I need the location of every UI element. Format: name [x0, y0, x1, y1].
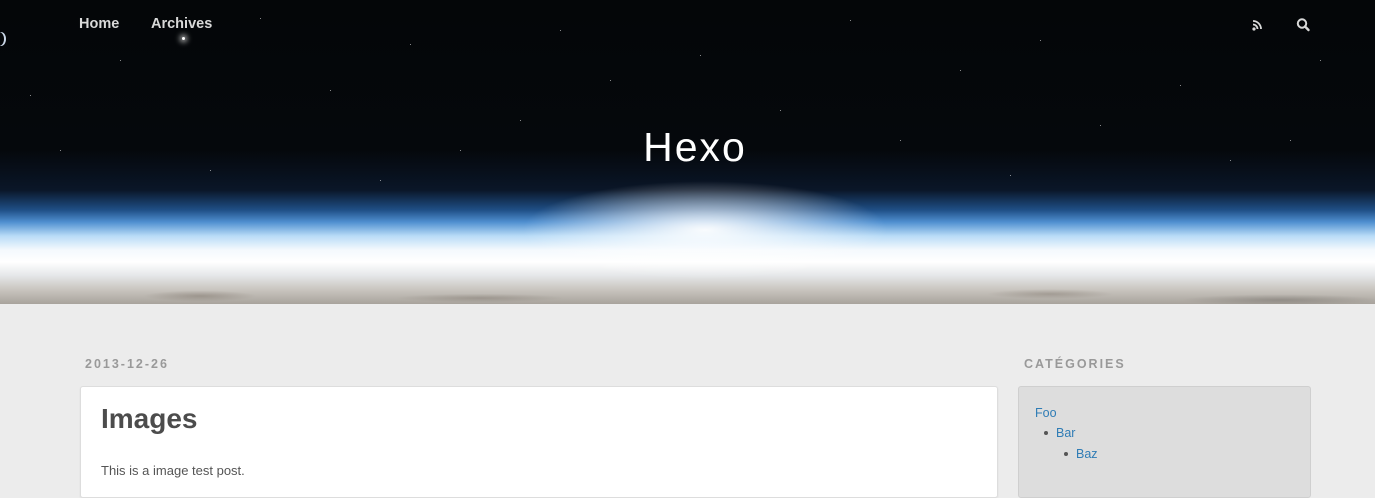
main-nav: Home Archives — [0, 14, 1375, 36]
categories-widget-title: CATÉGORIES — [1024, 357, 1126, 371]
article-excerpt: This is a image test post. — [101, 463, 245, 478]
article-date[interactable]: 2013-12-26 — [85, 357, 169, 371]
site-header-banner: Home Archives Hexo — [0, 0, 1375, 304]
article-card: Images This is a image test post. — [80, 386, 998, 498]
search-icon[interactable] — [1292, 14, 1314, 36]
list-bullet — [1064, 452, 1068, 456]
list-bullet — [1044, 431, 1048, 435]
nav-archives-link[interactable]: Archives — [151, 16, 212, 32]
nav-home-link[interactable]: Home — [79, 16, 119, 32]
site-title[interactable]: Hexo — [0, 124, 1375, 171]
category-link-baz[interactable]: Baz — [1076, 447, 1098, 461]
category-link-foo[interactable]: Foo — [1035, 406, 1057, 420]
categories-widget: Foo Bar Baz — [1018, 386, 1311, 498]
category-link-bar[interactable]: Bar — [1056, 426, 1075, 440]
main-content: 2013-12-26 Images This is a image test p… — [0, 304, 1375, 498]
rss-icon[interactable] — [1247, 14, 1269, 36]
earth-clouds — [0, 278, 1375, 304]
article-title[interactable]: Images — [101, 403, 198, 435]
